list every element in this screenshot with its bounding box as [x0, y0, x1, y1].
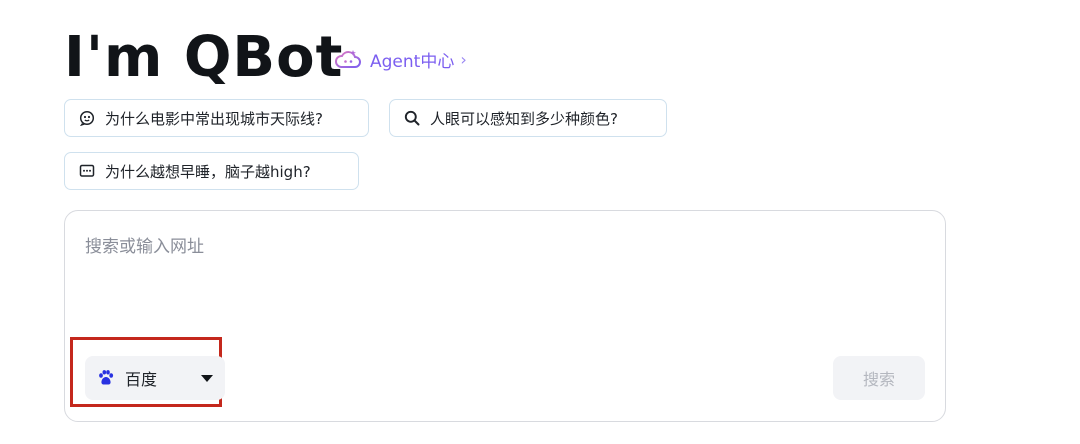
chat-bubble-icon [79, 110, 95, 127]
search-icon [404, 110, 420, 126]
agent-center-label: Agent中心 [370, 51, 455, 72]
search-engine-select[interactable]: 百度 [85, 356, 225, 400]
message-icon [79, 163, 95, 179]
suggestion-chip[interactable]: 为什么越想早睡，脑子越high? [64, 152, 359, 190]
qbot-logo: I'm QBot [64, 25, 344, 90]
suggestion-text: 为什么电影中常出现城市天际线? [105, 109, 323, 128]
caret-down-icon [201, 374, 213, 382]
agent-center-link[interactable]: Agent中心 › [334, 46, 467, 72]
suggestion-chip[interactable]: 人眼可以感知到多少种颜色? [389, 99, 667, 137]
baidu-paw-icon [97, 369, 115, 387]
search-button[interactable]: 搜索 [833, 356, 925, 400]
search-engine-label: 百度 [125, 370, 158, 389]
suggestion-text: 人眼可以感知到多少种颜色? [430, 109, 618, 128]
cloud-icon [334, 48, 362, 70]
new-tab-page: I'm QBot Agent中心 › 为什么电影中常出现城市天际线? 人眼可以感… [0, 0, 1080, 444]
search-box: 百度 搜索 [64, 210, 946, 422]
suggestion-text: 为什么越想早睡，脑子越high? [105, 162, 311, 181]
search-input[interactable] [85, 233, 925, 261]
suggestion-chip[interactable]: 为什么电影中常出现城市天际线? [64, 99, 369, 137]
chevron-right-icon: › [460, 49, 467, 69]
